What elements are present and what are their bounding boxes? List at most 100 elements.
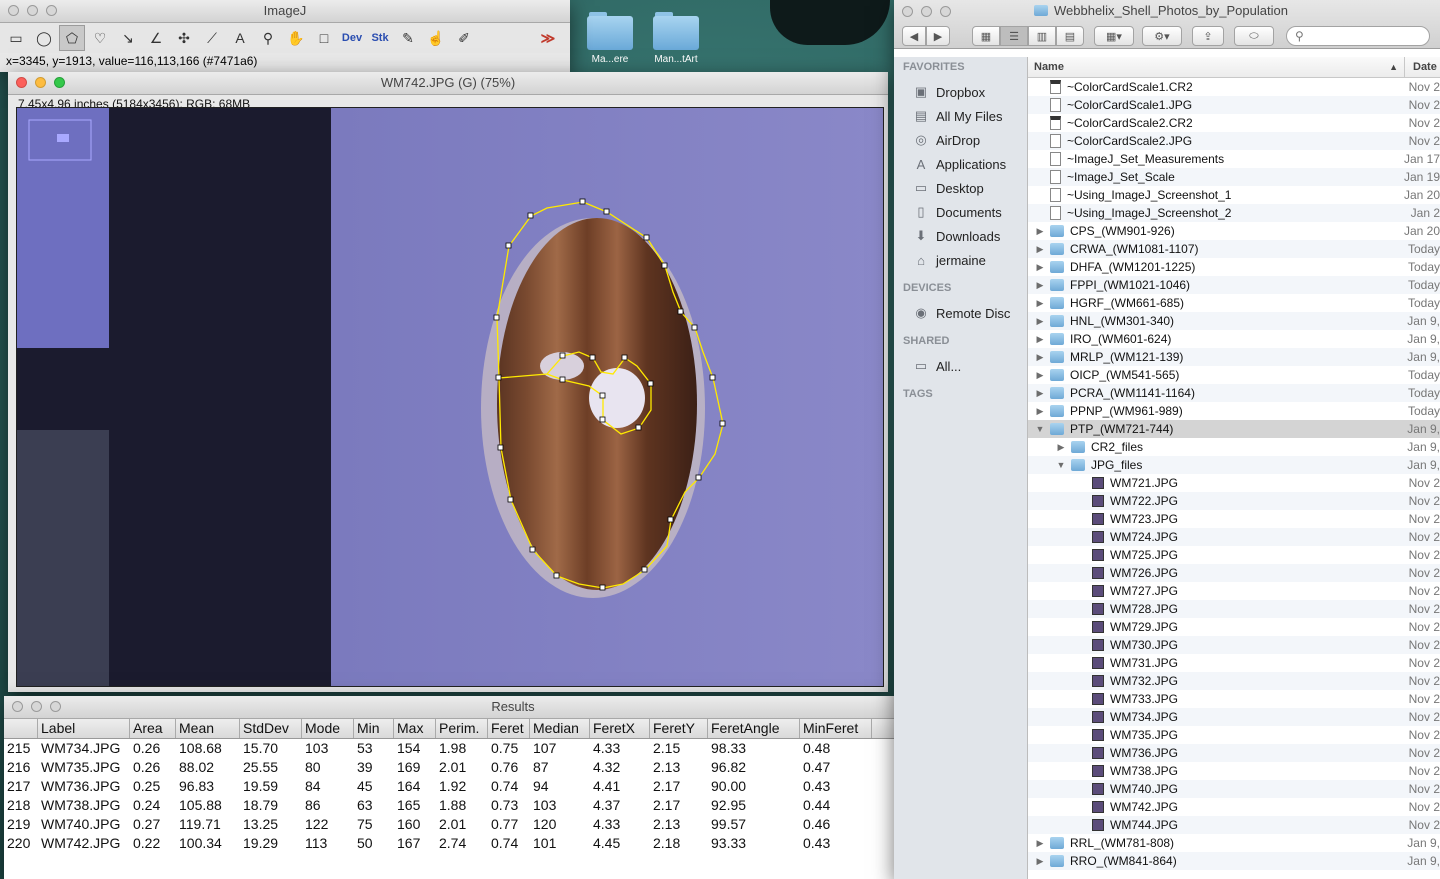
list-item[interactable]: WM730.JPG Nov 2	[1028, 636, 1440, 654]
close-button[interactable]	[16, 77, 27, 88]
list-item[interactable]: WM726.JPG Nov 2	[1028, 564, 1440, 582]
point-tool-icon[interactable]: ✣	[171, 25, 197, 51]
icon-view-button[interactable]: ▦	[972, 26, 1000, 46]
disclosure-closed-icon[interactable]: ▶	[1034, 406, 1046, 417]
column-header[interactable]: Label	[38, 719, 130, 738]
list-item[interactable]: ~ColorCardScale2.JPG Nov 2	[1028, 132, 1440, 150]
close-button[interactable]	[902, 6, 913, 17]
list-item[interactable]: WM732.JPG Nov 2	[1028, 672, 1440, 690]
table-row[interactable]: 219 WM740.JPG 0.27 119.71 13.25 122 75 160 2.01 0…	[4, 815, 1022, 834]
blank-tool-2[interactable]	[507, 25, 533, 51]
sidebar-item-dropbox[interactable]: ▣ Dropbox	[894, 80, 1027, 104]
disclosure-closed-icon[interactable]: ▶	[1034, 280, 1046, 291]
list-item[interactable]: WM724.JPG Nov 2	[1028, 528, 1440, 546]
pencil-tool-icon[interactable]: ✐	[451, 25, 477, 51]
list-item[interactable]: WM733.JPG Nov 2	[1028, 690, 1440, 708]
sidebar-item-remote-disc[interactable]: ◉ Remote Disc	[894, 301, 1027, 325]
minimize-button[interactable]	[921, 6, 932, 17]
tags-button[interactable]: ⬭	[1234, 26, 1274, 46]
disclosure-closed-icon[interactable]: ▶	[1034, 352, 1046, 363]
list-item[interactable]: WM738.JPG Nov 2	[1028, 762, 1440, 780]
list-item[interactable]: ▶ OICP_(WM541-565) Today	[1028, 366, 1440, 384]
oval-tool-icon[interactable]: ◯	[31, 25, 57, 51]
list-item[interactable]: WM736.JPG Nov 2	[1028, 744, 1440, 762]
list-item[interactable]: ▶ CR2_files Jan 9,	[1028, 438, 1440, 456]
list-item[interactable]: ▶ RRO_(WM841-864) Jan 9,	[1028, 852, 1440, 870]
more-tools-icon[interactable]: ≫	[535, 25, 561, 51]
sidebar-item-airdrop[interactable]: ◎ AirDrop	[894, 128, 1027, 152]
zoom-button[interactable]	[940, 6, 951, 17]
list-item[interactable]: WM725.JPG Nov 2	[1028, 546, 1440, 564]
column-header[interactable]: FeretX	[590, 719, 650, 738]
list-item[interactable]: ▶ PPNP_(WM961-989) Today	[1028, 402, 1440, 420]
arrange-button[interactable]: ▦▾	[1094, 26, 1134, 46]
list-item[interactable]: ▶ CPS_(WM901-926) Jan 20	[1028, 222, 1440, 240]
search-input[interactable]: ⚲	[1286, 26, 1430, 46]
disclosure-closed-icon[interactable]: ▶	[1034, 334, 1046, 345]
flood-fill-tool-icon[interactable]: ☝	[423, 25, 449, 51]
sidebar-item-all-my-files[interactable]: ▤ All My Files	[894, 104, 1027, 128]
hand-tool-icon[interactable]: ✋	[283, 25, 309, 51]
dev-menu[interactable]: Dev	[339, 25, 365, 51]
disclosure-closed-icon[interactable]: ▶	[1034, 226, 1046, 237]
list-item[interactable]: WM735.JPG Nov 2	[1028, 726, 1440, 744]
list-item[interactable]: WM727.JPG Nov 2	[1028, 582, 1440, 600]
disclosure-closed-icon[interactable]: ▶	[1034, 856, 1046, 867]
sidebar-item-all[interactable]: ▭ All...	[894, 354, 1027, 378]
close-button[interactable]	[12, 701, 23, 712]
column-header[interactable]: MinFeret	[800, 719, 872, 738]
rectangle-tool-icon[interactable]: ▭	[3, 25, 29, 51]
table-row[interactable]: 217 WM736.JPG 0.25 96.83 19.59 84 45 164 1.92 0.7…	[4, 777, 1022, 796]
minimize-button[interactable]	[31, 701, 42, 712]
close-button[interactable]	[8, 5, 19, 16]
column-header[interactable]: StdDev	[240, 719, 302, 738]
list-item[interactable]: ~ColorCardScale1.CR2 Nov 2	[1028, 78, 1440, 96]
list-item[interactable]: WM744.JPG Nov 2	[1028, 816, 1440, 834]
list-item[interactable]: ▶ RRL_(WM781-808) Jan 9,	[1028, 834, 1440, 852]
desktop-folder-2[interactable]: Man...tArt	[646, 12, 706, 65]
freehand-tool-icon[interactable]: ♡	[87, 25, 113, 51]
list-item[interactable]: WM723.JPG Nov 2	[1028, 510, 1440, 528]
list-item[interactable]: ▶ HNL_(WM301-340) Jan 9,	[1028, 312, 1440, 330]
image-canvas[interactable]	[16, 107, 884, 687]
minimize-button[interactable]	[35, 77, 46, 88]
zoom-button[interactable]	[50, 701, 61, 712]
polygon-tool-icon[interactable]: ⬠	[59, 25, 85, 51]
sidebar-item-downloads[interactable]: ⬇ Downloads	[894, 224, 1027, 248]
list-item[interactable]: ▶ HGRF_(WM661-685) Today	[1028, 294, 1440, 312]
zoom-button[interactable]	[54, 77, 65, 88]
list-item[interactable]: WM729.JPG Nov 2	[1028, 618, 1440, 636]
disclosure-open-icon[interactable]: ▼	[1055, 460, 1067, 470]
list-item[interactable]: ▼ JPG_files Jan 9,	[1028, 456, 1440, 474]
column-header[interactable]: Min	[354, 719, 394, 738]
list-item[interactable]: ▶ DHFA_(WM1201-1225) Today	[1028, 258, 1440, 276]
table-row[interactable]: 218 WM738.JPG 0.24 105.88 18.79 86 63 165 1.88 0.…	[4, 796, 1022, 815]
back-button[interactable]: ◀	[902, 26, 926, 46]
table-row[interactable]: 216 WM735.JPG 0.26 88.02 25.55 80 39 169 2.01 0.7…	[4, 758, 1022, 777]
list-item[interactable]: ▶ FPPI_(WM1021-1046) Today	[1028, 276, 1440, 294]
list-item[interactable]: WM722.JPG Nov 2	[1028, 492, 1440, 510]
color-picker-tool-icon[interactable]: □	[311, 25, 337, 51]
disclosure-closed-icon[interactable]: ▶	[1034, 388, 1046, 399]
disclosure-closed-icon[interactable]: ▶	[1034, 298, 1046, 309]
disclosure-closed-icon[interactable]: ▶	[1055, 442, 1067, 453]
list-item[interactable]: WM740.JPG Nov 2	[1028, 780, 1440, 798]
list-item[interactable]: ▶ CRWA_(WM1081-1107) Today	[1028, 240, 1440, 258]
angle-tool-icon[interactable]: ∠	[143, 25, 169, 51]
list-item[interactable]: ▶ MRLP_(WM121-139) Jan 9,	[1028, 348, 1440, 366]
disclosure-closed-icon[interactable]: ▶	[1034, 370, 1046, 381]
list-item[interactable]: WM742.JPG Nov 2	[1028, 798, 1440, 816]
column-header[interactable]: FeretAngle	[708, 719, 800, 738]
text-tool-icon[interactable]: A	[227, 25, 253, 51]
list-item[interactable]: ▶ IRO_(WM601-624) Jan 9,	[1028, 330, 1440, 348]
action-gear-button[interactable]: ⚙▾	[1142, 26, 1182, 46]
desktop-folder-1[interactable]: Ma...ere	[580, 12, 640, 65]
list-view-button[interactable]: ☰	[1000, 26, 1028, 46]
disclosure-closed-icon[interactable]: ▶	[1034, 316, 1046, 327]
column-header[interactable]: Feret	[488, 719, 530, 738]
stk-menu[interactable]: Stk	[367, 25, 393, 51]
disclosure-open-icon[interactable]: ▼	[1034, 424, 1046, 434]
list-item[interactable]: WM731.JPG Nov 2	[1028, 654, 1440, 672]
sidebar-item-documents[interactable]: ▯ Documents	[894, 200, 1027, 224]
blank-tool-1[interactable]	[479, 25, 505, 51]
